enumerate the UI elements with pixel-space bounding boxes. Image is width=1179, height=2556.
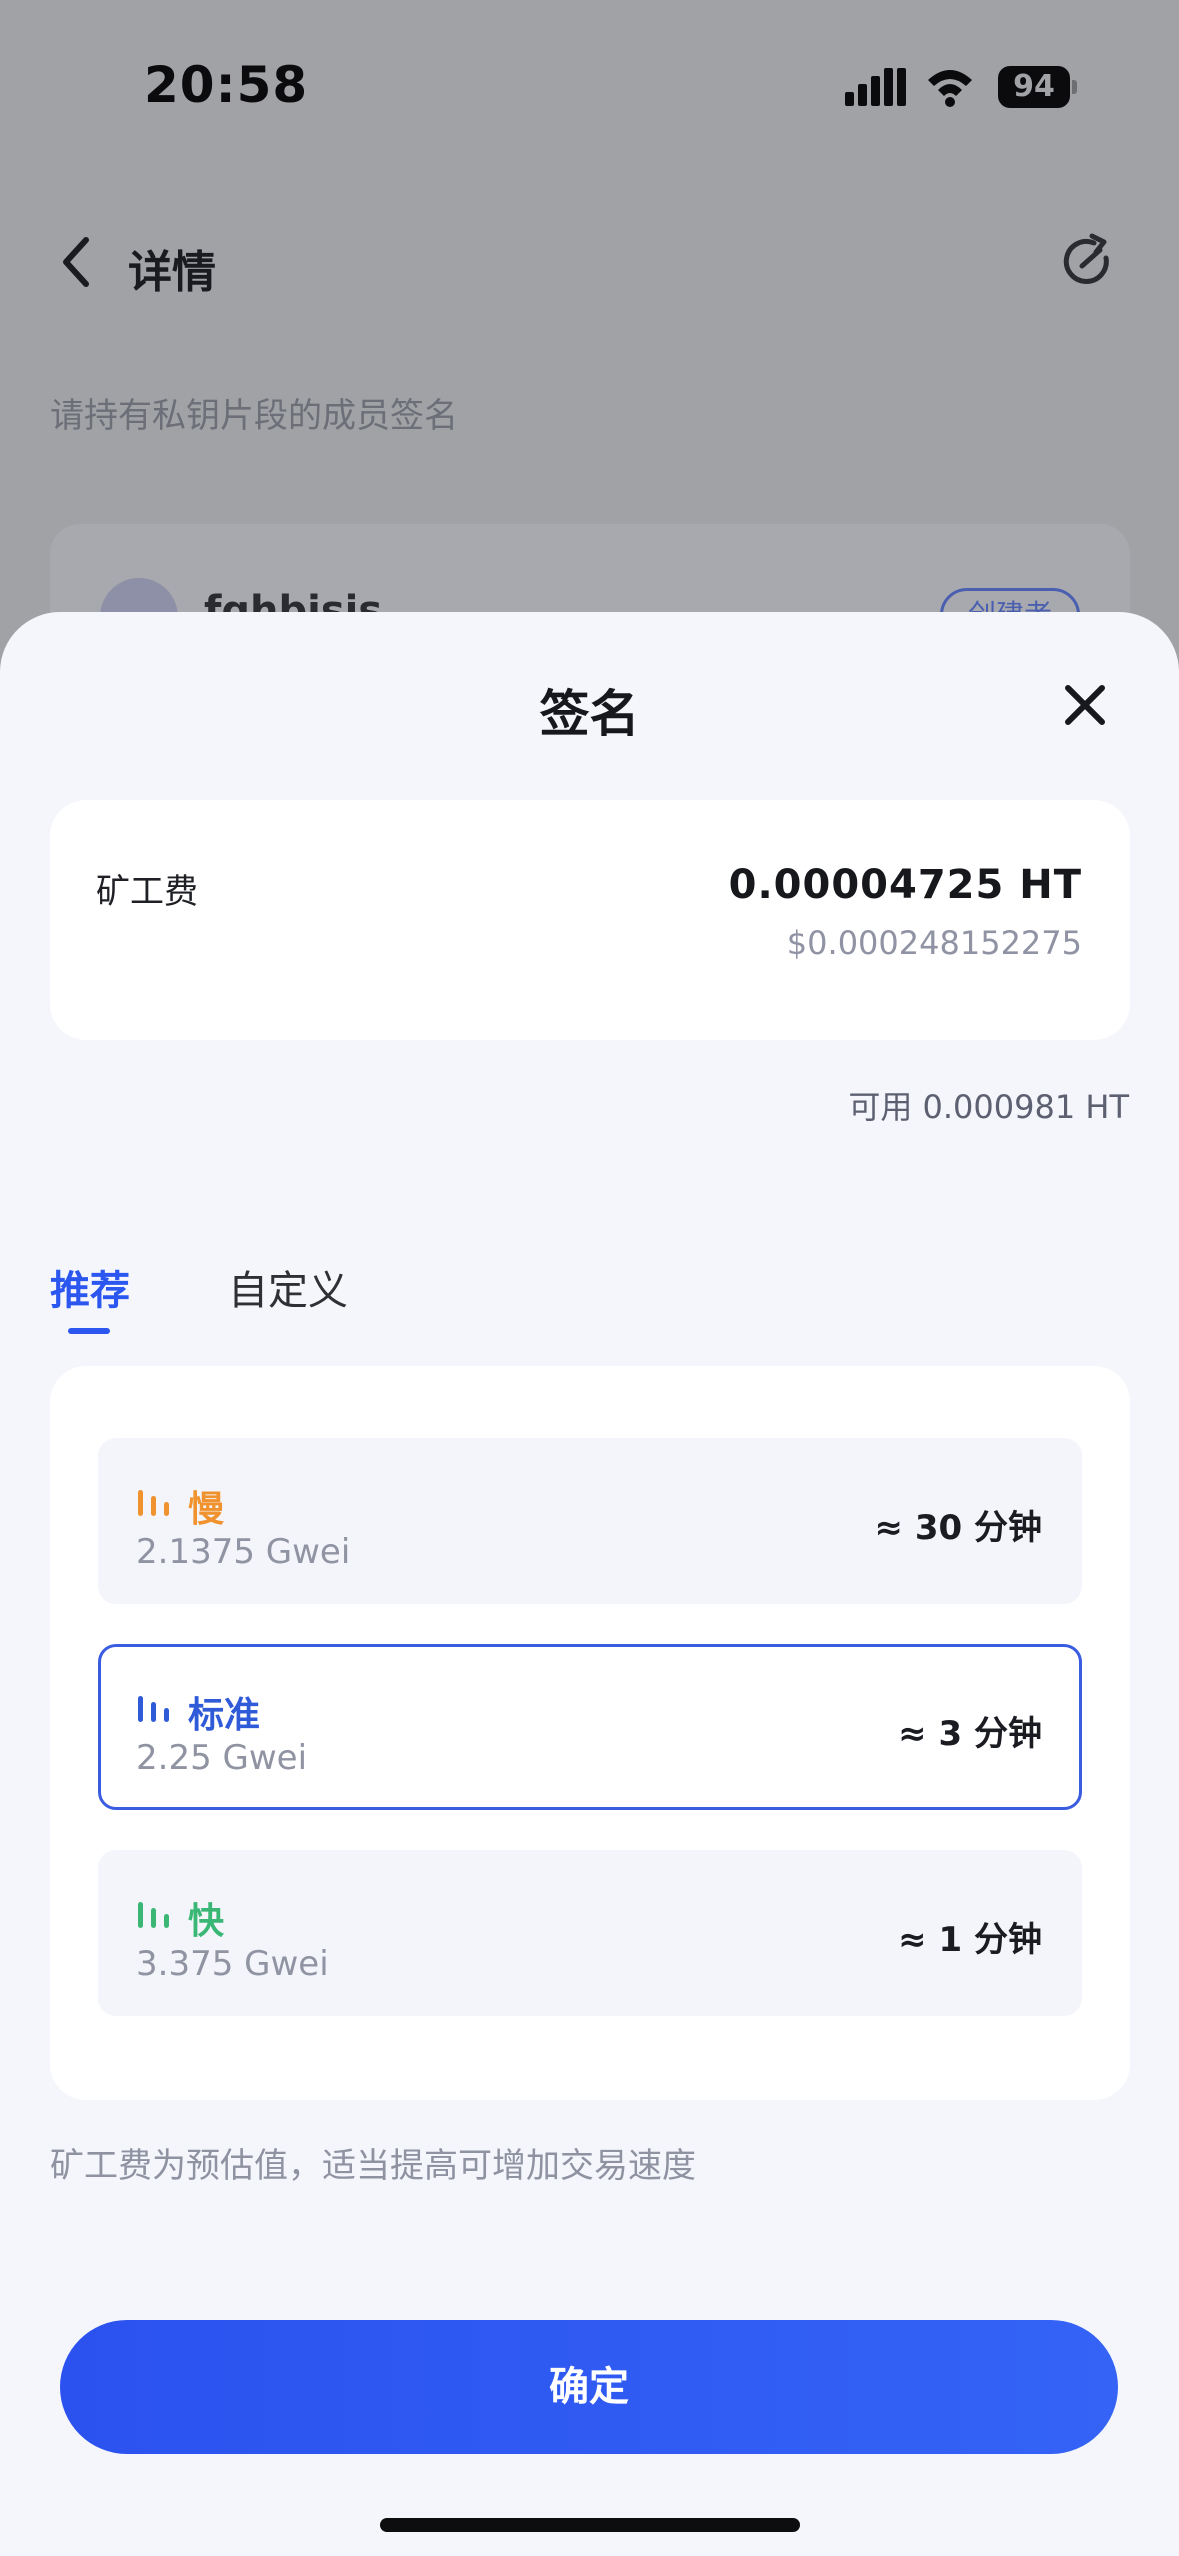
speed-name: 快 [188, 1901, 225, 1942]
fee-label: 矿工费 [96, 872, 198, 912]
status-time: 20:58 [144, 56, 309, 114]
speed-gwei: 2.1375 Gwei [136, 1532, 351, 1572]
wifi-icon [928, 70, 972, 107]
speed-time: ≈ 3 分钟 [898, 1714, 1042, 1754]
speed-name: 慢 [188, 1489, 225, 1530]
speed-bars-icon [138, 1490, 169, 1516]
refresh-icon[interactable] [1058, 232, 1118, 292]
speed-name: 标准 [188, 1695, 261, 1736]
close-icon[interactable] [1062, 682, 1108, 728]
speed-bars-icon [138, 1902, 169, 1928]
tab-recommend[interactable]: 推荐 [50, 1258, 130, 1316]
signature-sheet: 签名 矿工费 0.00004725 HT $0.000248152275 可用 … [0, 612, 1179, 2556]
fee-amount: 0.00004725 HT [728, 862, 1082, 908]
confirm-button[interactable]: 确定 [60, 2320, 1118, 2454]
signal-icon [845, 68, 906, 106]
speed-option-slow[interactable]: 慢 2.1375 Gwei ≈ 30 分钟 [98, 1438, 1082, 1604]
speed-option-fast[interactable]: 快 3.375 Gwei ≈ 1 分钟 [98, 1850, 1082, 2016]
fee-card: 矿工费 0.00004725 HT $0.000248152275 [50, 800, 1130, 1040]
speed-option-standard[interactable]: 标准 2.25 Gwei ≈ 3 分钟 [98, 1644, 1082, 1810]
fee-note: 矿工费为预估值，适当提高可增加交易速度 [50, 2146, 696, 2186]
home-indicator [380, 2518, 800, 2532]
page-title: 详情 [128, 247, 216, 298]
battery-icon: 94 [998, 66, 1078, 108]
battery-level: 94 [1013, 69, 1055, 104]
tab-custom[interactable]: 自定义 [228, 1258, 348, 1316]
speed-options-panel: 慢 2.1375 Gwei ≈ 30 分钟 标准 2.25 Gwei ≈ 3 分… [50, 1366, 1130, 2100]
speed-time: ≈ 1 分钟 [898, 1920, 1042, 1960]
signature-hint: 请持有私钥片段的成员签名 [50, 396, 458, 436]
available-balance: 可用 0.000981 HT [848, 1088, 1129, 1126]
speed-gwei: 2.25 Gwei [136, 1738, 308, 1778]
fee-usd-value: $0.000248152275 [786, 924, 1082, 962]
speed-gwei: 3.375 Gwei [136, 1944, 329, 1984]
back-arrow-icon[interactable] [56, 232, 96, 292]
speed-time: ≈ 30 分钟 [874, 1508, 1042, 1548]
active-tab-indicator [68, 1328, 110, 1334]
sheet-title: 签名 [539, 685, 640, 743]
speed-bars-icon [138, 1696, 169, 1722]
